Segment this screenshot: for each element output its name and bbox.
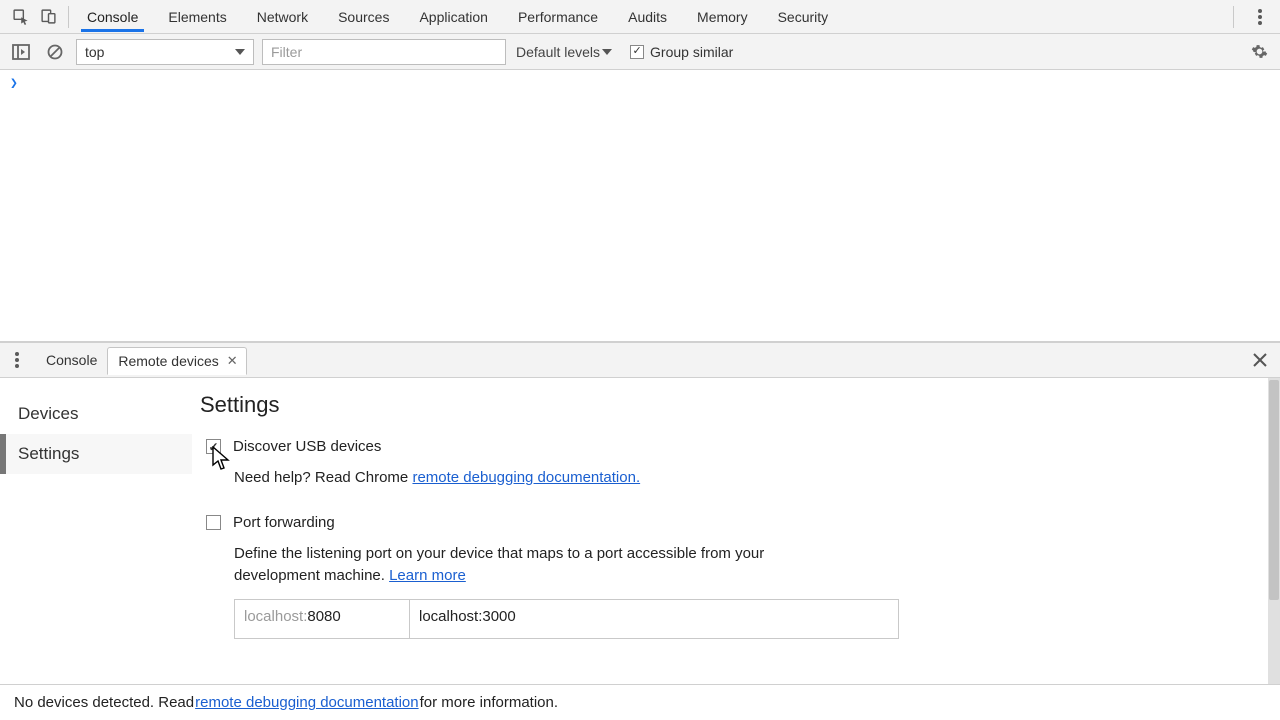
- target-input[interactable]: localhost:3000: [410, 600, 898, 638]
- drawer-tab-remote-devices[interactable]: Remote devices ✕: [107, 347, 246, 375]
- devtools-tab-strip: Console Elements Network Sources Applica…: [0, 0, 1280, 34]
- log-levels-selector[interactable]: Default levels: [516, 44, 612, 60]
- panel-title: Settings: [200, 392, 1250, 418]
- remote-debugging-doc-link[interactable]: remote debugging documentation.: [412, 469, 640, 486]
- console-settings-icon[interactable]: [1246, 39, 1272, 65]
- filter-input[interactable]: [262, 39, 506, 65]
- toggle-sidebar-icon[interactable]: [8, 39, 34, 65]
- checkbox-icon: [630, 45, 644, 59]
- more-options-icon[interactable]: [1246, 3, 1274, 31]
- footer-doc-link[interactable]: remote debugging documentation: [195, 694, 419, 711]
- tab-performance[interactable]: Performance: [512, 2, 604, 32]
- execution-context-selector[interactable]: top: [76, 39, 254, 65]
- tab-console[interactable]: Console: [81, 2, 144, 32]
- inspect-icon[interactable]: [6, 3, 34, 31]
- discover-usb-help: Need help? Read Chrome remote debugging …: [234, 469, 1250, 486]
- drawer-tab-strip: Console Remote devices ✕: [0, 342, 1280, 378]
- footer-text-prefix: No devices detected. Read: [14, 694, 194, 711]
- console-body[interactable]: ❯: [0, 70, 1280, 342]
- divider: [1233, 6, 1234, 28]
- tab-network[interactable]: Network: [251, 2, 314, 32]
- drawer-body: Devices Settings Settings Discover USB d…: [0, 378, 1280, 684]
- tab-memory[interactable]: Memory: [691, 2, 754, 32]
- description-text: Define the listening port on your device…: [234, 545, 764, 584]
- execution-context-value: top: [85, 44, 104, 60]
- sidebar-item-devices[interactable]: Devices: [0, 394, 192, 434]
- tab-audits[interactable]: Audits: [622, 2, 673, 32]
- cursor-icon: [212, 446, 230, 470]
- drawer-tab-console[interactable]: Console: [36, 346, 107, 374]
- group-similar-checkbox[interactable]: Group similar: [630, 44, 733, 60]
- remote-devices-sidebar: Devices Settings: [0, 378, 192, 684]
- footer-text-suffix: for more information.: [420, 694, 558, 711]
- log-levels-value: Default levels: [516, 44, 600, 60]
- group-similar-label: Group similar: [650, 44, 733, 60]
- drawer-close-icon[interactable]: [1248, 348, 1272, 372]
- chevron-down-icon: [602, 49, 612, 55]
- close-tab-icon[interactable]: ✕: [227, 353, 238, 369]
- drawer-tab-label: Remote devices: [118, 353, 218, 369]
- console-toolbar: top Default levels Group similar: [0, 34, 1280, 70]
- remote-devices-settings-panel: Settings Discover USB devices Need help?…: [192, 378, 1280, 684]
- sidebar-item-settings[interactable]: Settings: [0, 434, 192, 474]
- tab-sources[interactable]: Sources: [332, 2, 395, 32]
- port-input[interactable]: localhost:8080: [235, 600, 410, 638]
- port-forwarding-table: localhost:8080 localhost:3000: [234, 599, 899, 639]
- device-toggle-icon[interactable]: [34, 3, 62, 31]
- tab-application[interactable]: Application: [413, 2, 494, 32]
- port-forwarding-description: Define the listening port on your device…: [234, 543, 834, 587]
- discover-usb-label: Discover USB devices: [233, 438, 381, 455]
- status-footer: No devices detected. Read remote debuggi…: [0, 684, 1280, 720]
- port-value: 8080: [307, 608, 340, 625]
- scrollbar[interactable]: [1268, 378, 1280, 684]
- tab-list: Console Elements Network Sources Applica…: [81, 2, 834, 32]
- console-prompt-icon: ❯: [10, 76, 18, 91]
- drawer-more-icon[interactable]: [8, 352, 26, 368]
- help-text: Need help? Read Chrome: [234, 469, 412, 486]
- port-forwarding-label: Port forwarding: [233, 514, 335, 531]
- port-forwarding-checkbox[interactable]: [206, 515, 221, 530]
- clear-console-icon[interactable]: [42, 39, 68, 65]
- chevron-down-icon: [235, 49, 245, 55]
- learn-more-link[interactable]: Learn more: [389, 567, 466, 584]
- target-value: localhost:3000: [419, 608, 516, 625]
- tab-elements[interactable]: Elements: [162, 2, 232, 32]
- port-hint: localhost:: [244, 608, 307, 625]
- divider: [68, 6, 69, 28]
- tab-security[interactable]: Security: [772, 2, 835, 32]
